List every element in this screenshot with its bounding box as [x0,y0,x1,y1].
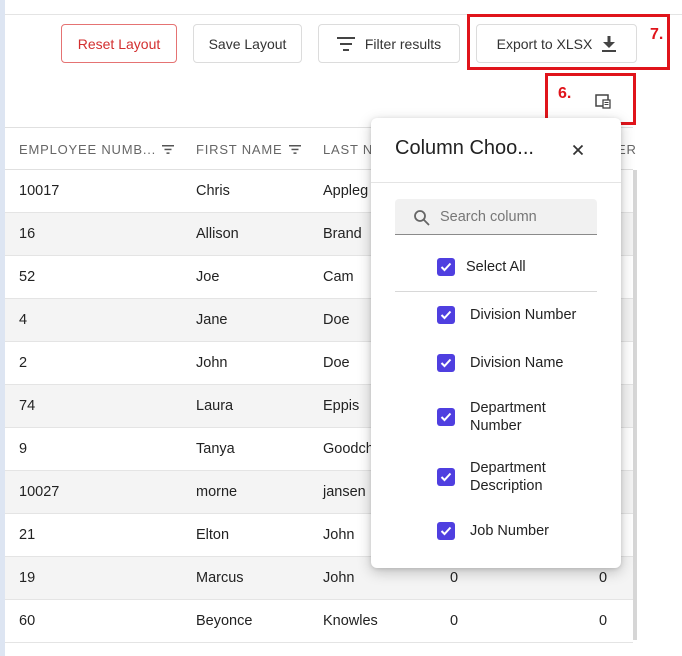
table-cell: morne [196,484,238,500]
save-layout-button[interactable]: Save Layout [193,24,302,63]
table-cell: 52 [19,269,36,285]
grid-scrollbar[interactable] [633,170,637,640]
checkmark-icon [440,472,452,482]
column-option-label: Division Name [470,355,564,371]
table-cell: Joe [196,269,220,285]
table-cell: jansen [323,484,366,500]
column-filter-icon[interactable] [162,145,175,154]
table-cell: Goodch [323,441,374,457]
column-option[interactable]: Department Description [437,459,590,495]
table-row[interactable]: 60 Beyonce Knowles 0 0 [5,600,633,643]
table-cell: Jane [196,312,228,328]
table-cell: 0 [450,570,459,586]
table-cell: Allison [196,226,239,242]
table-cell: 0 [599,570,608,586]
column-chooser-icon[interactable] [594,92,612,110]
table-cell: Chris [196,183,230,199]
table-cell: Cam [323,269,354,285]
header-last-name[interactable]: LAST N [323,142,373,157]
column-chooser-title: Column Choo... [395,137,534,159]
table-cell: Doe [323,355,350,371]
header-first-name[interactable]: FIRST NAME [196,142,301,157]
table-cell: 16 [19,226,36,242]
table-cell: John [323,527,355,543]
column-filter-icon[interactable] [288,145,301,154]
filter-results-button[interactable]: Filter results [318,24,460,63]
checkmark-icon [440,358,452,368]
table-cell: Doe [323,312,350,328]
table-cell: John [323,570,355,586]
close-icon[interactable] [570,142,586,158]
column-option-checkbox[interactable] [437,468,455,486]
column-chooser-popup: Column Choo... Select All Division Numbe… [371,118,621,568]
column-option[interactable]: Job Number [437,522,590,540]
table-cell: 21 [19,527,36,543]
column-option-checkbox[interactable] [437,306,455,324]
table-cell: 9 [19,441,28,457]
select-all-checkbox[interactable] [437,258,455,276]
table-cell: Laura [196,398,234,414]
table-cell: Elton [196,527,230,543]
column-option-label: Department Description [470,460,546,494]
select-all-checkbox-row[interactable]: Select All [437,258,526,276]
checkmark-icon [440,310,452,320]
table-cell: 19 [19,570,36,586]
search-column-field[interactable] [395,199,597,235]
column-option-checkbox[interactable] [437,522,455,540]
checkmark-icon [440,262,452,272]
search-icon [414,210,430,226]
popup-divider [371,182,621,183]
column-option-checkbox[interactable] [437,408,455,426]
table-cell: Knowles [323,613,378,629]
column-option[interactable]: Division Number [437,306,590,324]
filter-results-label: Filter results [364,35,442,52]
table-cell: Brand [323,226,362,242]
table-cell: 74 [19,398,36,414]
table-cell: Appleg [323,183,369,199]
table-cell: 4 [19,312,28,328]
select-all-label: Select All [466,259,526,275]
table-cell: Eppis [323,398,360,414]
reset-layout-button[interactable]: Reset Layout [61,24,177,63]
table-cell: 60 [19,613,36,629]
filter-icon [336,36,355,51]
table-cell: Marcus [196,570,244,586]
annotation-label-6: 6. [558,85,572,102]
table-cell: 0 [599,613,608,629]
column-option[interactable]: Department Number [437,399,590,435]
table-cell: John [196,355,228,371]
table-cell: Beyonce [196,613,253,629]
header-employee-number[interactable]: EMPLOYEE NUMB... [19,142,175,157]
annotation-label-7: 7. [650,26,664,43]
select-all-divider [395,291,597,292]
annotation-box-7 [467,14,670,70]
table-cell: 10017 [19,183,60,199]
header-first-name-label: FIRST NAME [196,142,283,157]
table-cell: 2 [19,355,28,371]
checkmark-icon [440,526,452,536]
table-cell: Tanya [196,441,235,457]
column-option[interactable]: Division Name [437,354,590,372]
table-cell: 10027 [19,484,60,500]
column-option-checkbox[interactable] [437,354,455,372]
header-last-name-label: LAST N [323,142,374,157]
column-option-label: Department Number [470,400,546,434]
reset-layout-label: Reset Layout [77,35,161,52]
column-option-label: Job Number [470,523,549,539]
table-cell: 0 [450,613,459,629]
search-column-input[interactable] [440,207,590,227]
checkmark-icon [440,412,452,422]
save-layout-label: Save Layout [208,35,287,52]
column-option-label: Division Number [470,307,577,323]
header-employee-number-label: EMPLOYEE NUMB... [19,142,157,157]
